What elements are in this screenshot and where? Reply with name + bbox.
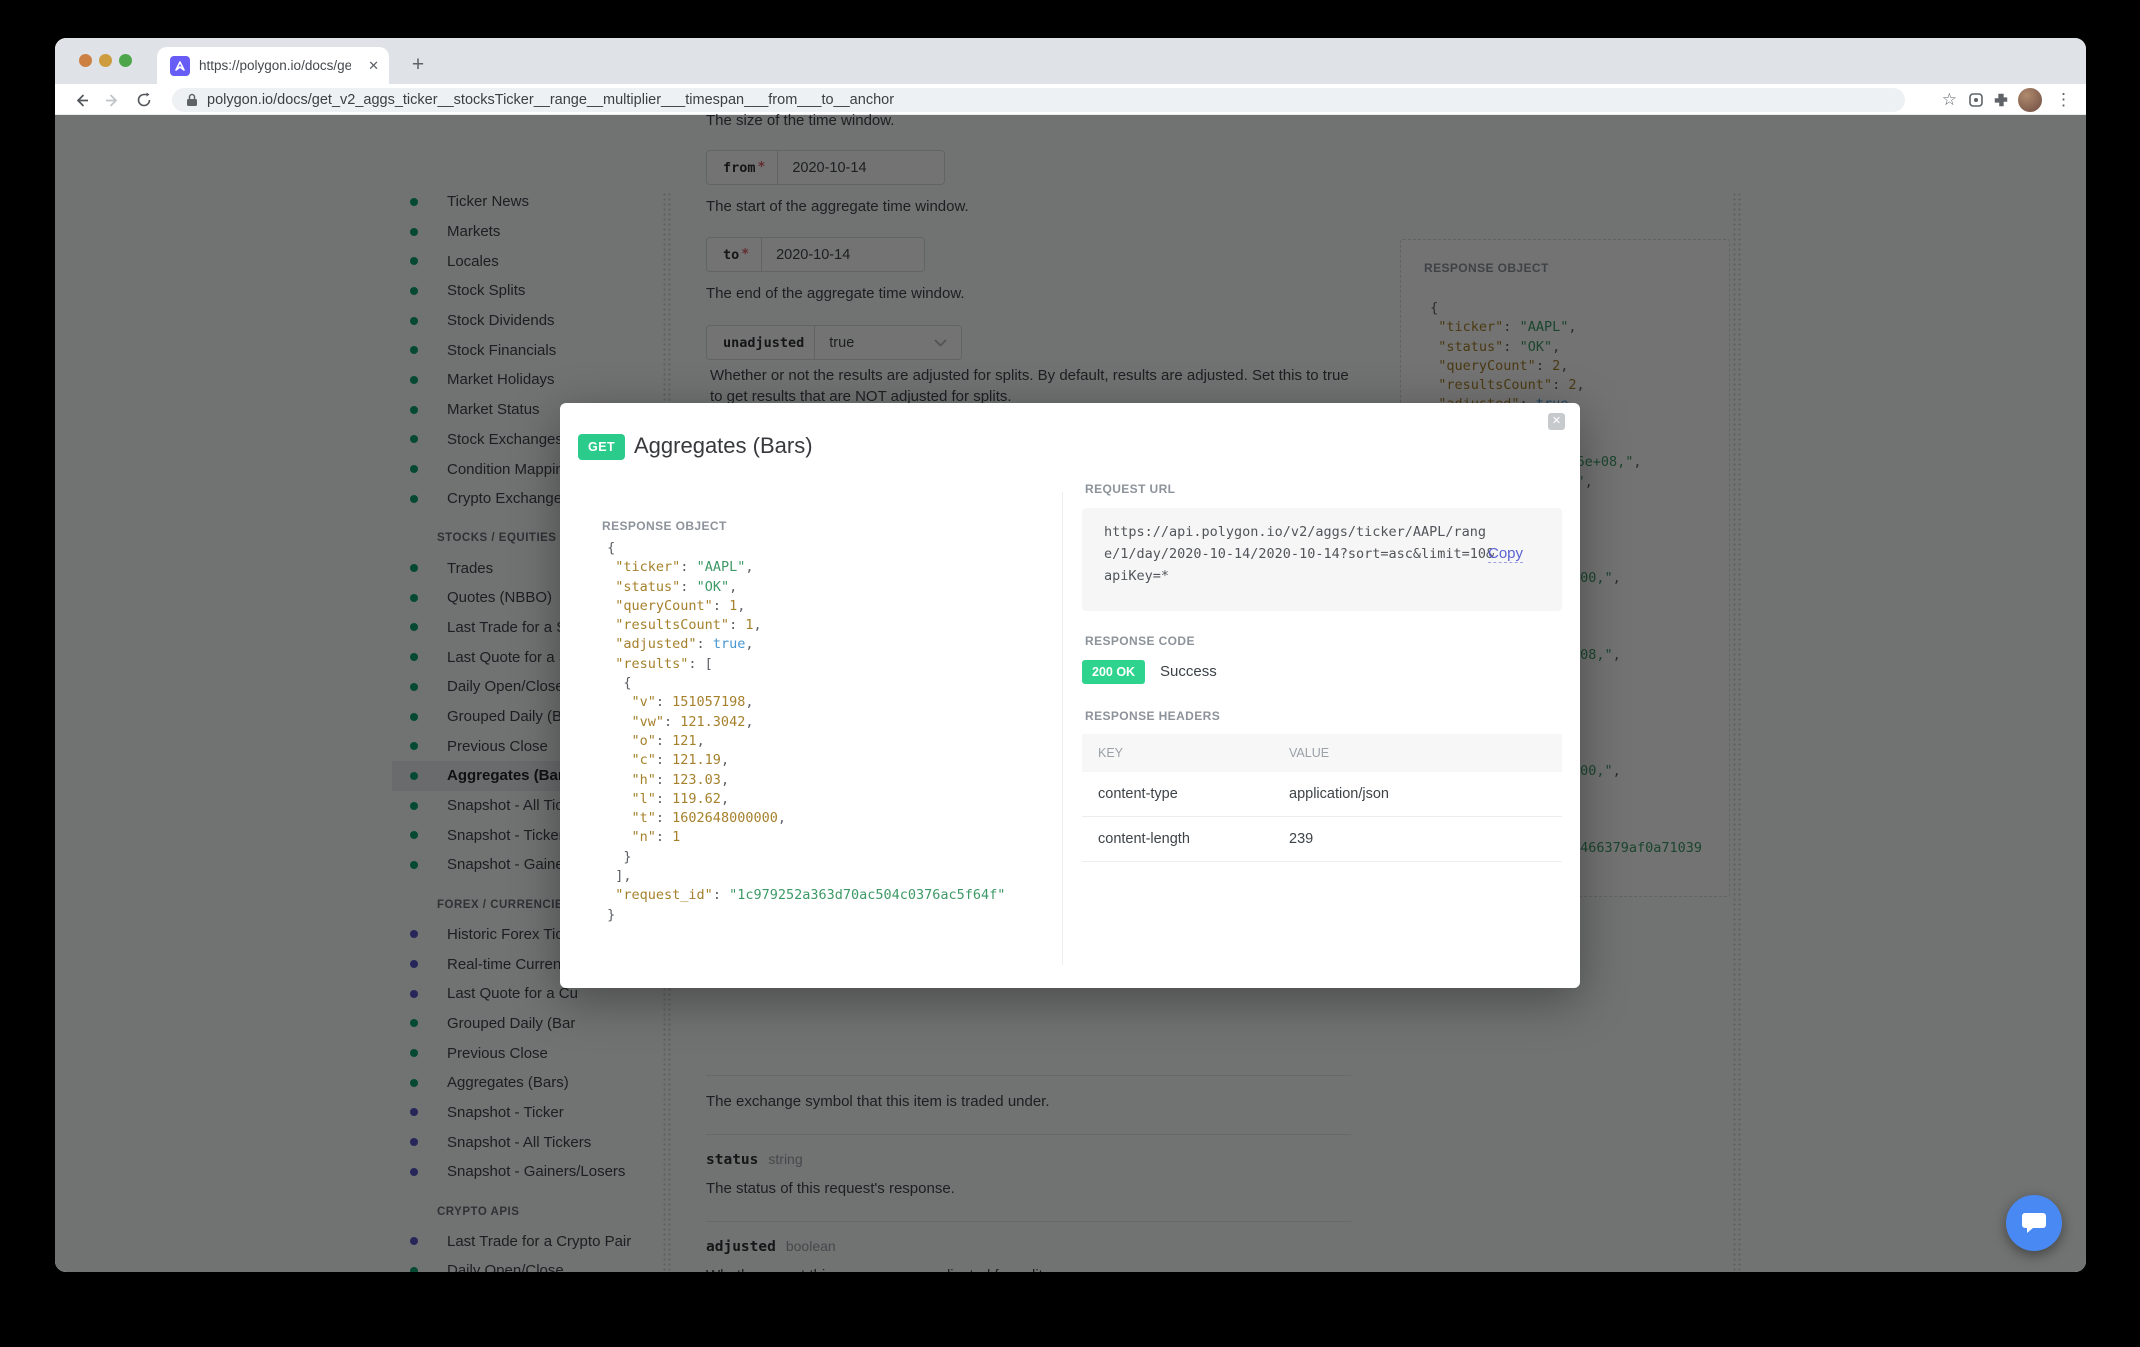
lock-icon bbox=[186, 93, 198, 107]
table-row: content-type application/json bbox=[1082, 772, 1562, 817]
browser-window: https://polygon.io/docs/get_v2 ✕ + polyg… bbox=[55, 38, 2086, 1272]
forward-icon[interactable] bbox=[100, 88, 124, 112]
request-url-label: REQUEST URL bbox=[1085, 482, 1175, 496]
key-column-header: KEY bbox=[1082, 746, 1289, 760]
value-column-header: VALUE bbox=[1289, 746, 1562, 760]
bookmark-star-icon[interactable]: ☆ bbox=[1942, 90, 1957, 110]
profile-avatar[interactable] bbox=[2018, 88, 2042, 112]
tab-close-icon[interactable]: ✕ bbox=[368, 58, 379, 74]
back-icon[interactable] bbox=[69, 88, 93, 112]
modal-close-icon[interactable]: ✕ bbox=[1548, 413, 1565, 430]
reload-icon[interactable] bbox=[132, 88, 156, 112]
traffic-light-fullscreen-icon[interactable] bbox=[119, 54, 132, 67]
header-key: content-length bbox=[1082, 831, 1289, 847]
new-tab-button[interactable]: + bbox=[403, 50, 433, 80]
chat-launcher-button[interactable] bbox=[2006, 1195, 2062, 1251]
column-divider bbox=[1062, 492, 1063, 965]
modal-title: Aggregates (Bars) bbox=[634, 433, 813, 459]
http-method-badge: GET bbox=[578, 434, 625, 460]
header-key: content-type bbox=[1082, 786, 1289, 802]
status-code-badge: 200 OK bbox=[1082, 660, 1145, 684]
polygon-favicon-icon bbox=[170, 56, 190, 76]
request-url-line: e/1/day/2020-10-14/2020-10-14?sort=asc&l… bbox=[1104, 546, 1494, 562]
menu-kebab-icon[interactable]: ⋮ bbox=[2051, 90, 2076, 110]
request-url-line: https://api.polygon.io/v2/aggs/ticker/AA… bbox=[1104, 524, 1486, 540]
tab-strip: https://polygon.io/docs/get_v2 ✕ + bbox=[55, 38, 2086, 84]
chat-bubble-icon bbox=[2021, 1211, 2047, 1235]
header-value: 239 bbox=[1289, 831, 1562, 847]
tab-title: https://polygon.io/docs/get_v2 bbox=[199, 58, 351, 73]
response-object-label: RESPONSE OBJECT bbox=[602, 519, 727, 533]
extensions-puzzle-icon[interactable] bbox=[1993, 92, 2009, 108]
browser-tab[interactable]: https://polygon.io/docs/get_v2 ✕ bbox=[157, 47, 389, 84]
response-json: { "ticker": "AAPL", "status": "OK", "que… bbox=[599, 539, 1005, 925]
url-text: polygon.io/docs/get_v2_aggs_ticker__stoc… bbox=[207, 92, 894, 108]
table-header-row: KEY VALUE bbox=[1082, 734, 1562, 772]
traffic-light-minimize-icon[interactable] bbox=[99, 54, 112, 67]
extension-pin-icon[interactable] bbox=[1968, 92, 1984, 108]
response-code-label: RESPONSE CODE bbox=[1085, 634, 1195, 648]
address-bar[interactable]: polygon.io/docs/get_v2_aggs_ticker__stoc… bbox=[172, 88, 1905, 112]
request-url-line: apiKey=* bbox=[1104, 568, 1169, 584]
response-headers-label: RESPONSE HEADERS bbox=[1085, 709, 1220, 723]
endpoint-modal: ✕ GET Aggregates (Bars) RESPONSE OBJECT … bbox=[560, 403, 1580, 988]
traffic-light-close-icon[interactable] bbox=[79, 54, 92, 67]
header-value: application/json bbox=[1289, 786, 1562, 802]
status-text: Success bbox=[1160, 663, 1217, 680]
response-headers-table: KEY VALUE content-type application/json … bbox=[1082, 734, 1562, 862]
table-row: content-length 239 bbox=[1082, 817, 1562, 862]
copy-button[interactable]: Copy bbox=[1488, 545, 1523, 563]
